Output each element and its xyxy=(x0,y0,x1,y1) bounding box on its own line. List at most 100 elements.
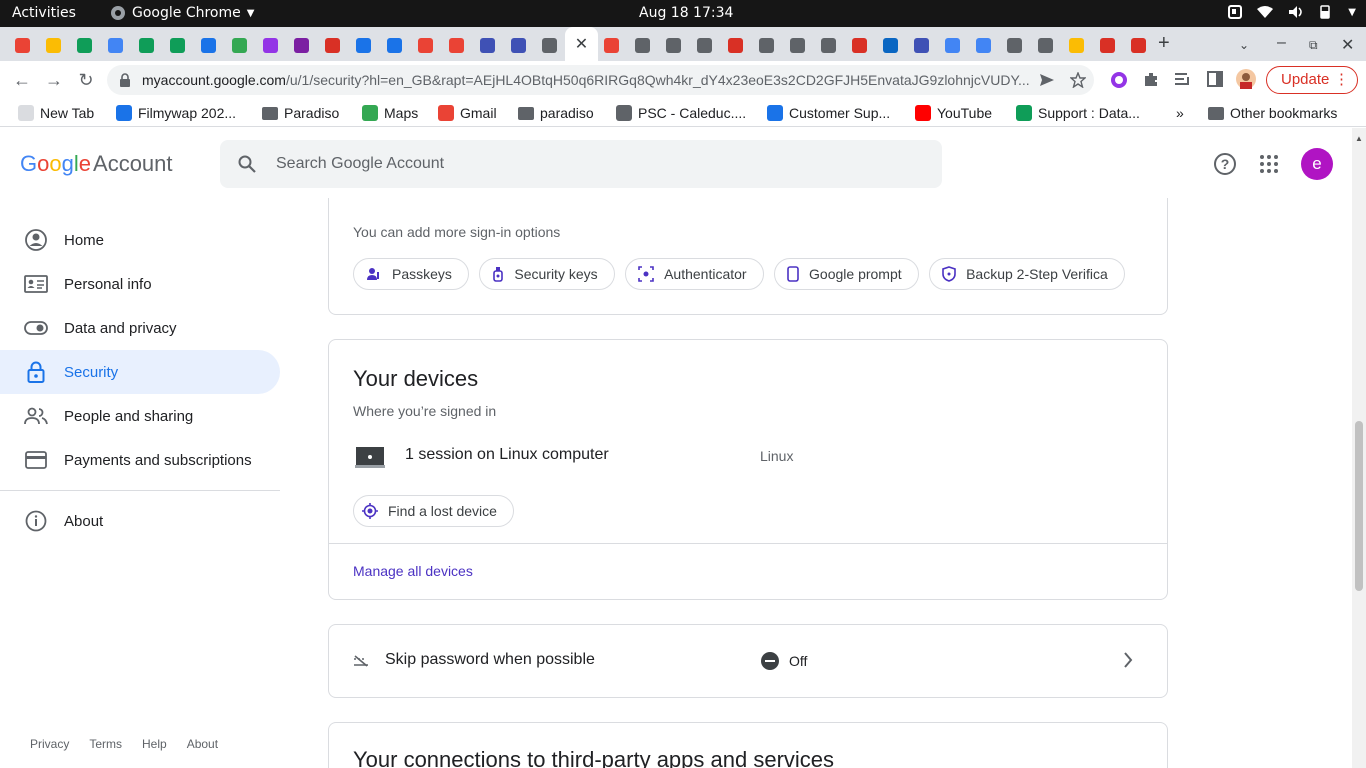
browser-tab[interactable] xyxy=(101,33,129,57)
bookmark-item[interactable]: PSC - Caleduc.... xyxy=(616,105,746,121)
sidebar-item-personal-info[interactable]: Personal info xyxy=(0,262,280,306)
bookmark-item[interactable]: Customer Sup... xyxy=(767,105,890,121)
browser-tab[interactable] xyxy=(690,33,718,57)
browser-tab[interactable] xyxy=(845,33,873,57)
bookmarks-overflow-button[interactable]: » xyxy=(1176,105,1184,121)
extensions-puzzle-icon[interactable] xyxy=(1143,71,1159,87)
footer-privacy-link[interactable]: Privacy xyxy=(30,737,69,751)
bookmark-star-icon[interactable] xyxy=(1070,72,1086,88)
browser-tab[interactable] xyxy=(70,33,98,57)
back-button[interactable]: ← xyxy=(12,70,32,90)
browser-tab[interactable] xyxy=(163,33,191,57)
profile-avatar-icon[interactable] xyxy=(1236,69,1256,89)
skip-password-card[interactable]: Skip password when possible Off xyxy=(328,624,1168,698)
browser-tab[interactable] xyxy=(1031,33,1059,57)
minimize-button[interactable]: – xyxy=(1277,34,1286,52)
browser-tab[interactable] xyxy=(349,33,377,57)
app-menu[interactable]: Google Chrome ▼ xyxy=(110,5,254,21)
browser-tab[interactable] xyxy=(597,33,625,57)
side-panel-icon[interactable] xyxy=(1207,71,1223,87)
bookmark-item[interactable]: Support : Data... xyxy=(1016,105,1140,121)
footer-help-link[interactable]: Help xyxy=(142,737,167,751)
close-tab-icon[interactable]: ✕ xyxy=(575,34,588,54)
scrollbar-thumb[interactable] xyxy=(1355,421,1363,591)
reload-button[interactable]: ↻ xyxy=(76,70,96,90)
passkeys-chip[interactable]: Passkeys xyxy=(353,258,469,290)
browser-tab[interactable] xyxy=(938,33,966,57)
avatar[interactable]: e xyxy=(1301,148,1333,180)
browser-tab[interactable] xyxy=(783,33,811,57)
apps-grid-icon[interactable] xyxy=(1259,154,1279,174)
authenticator-chip[interactable]: Authenticator xyxy=(625,258,764,290)
browser-tab[interactable] xyxy=(1124,33,1152,57)
browser-tab[interactable] xyxy=(256,33,284,57)
bookmark-item[interactable]: YouTube xyxy=(915,105,992,121)
browser-tab[interactable] xyxy=(318,33,346,57)
activities-button[interactable]: Activities xyxy=(12,5,76,21)
sidebar-item-people-sharing[interactable]: People and sharing xyxy=(0,394,280,438)
address-bar[interactable]: myaccount.google.com/u/1/security?hl=en_… xyxy=(107,65,1094,95)
maximize-button[interactable]: ⧉ xyxy=(1309,38,1318,53)
browser-tab[interactable] xyxy=(969,33,997,57)
browser-tab[interactable] xyxy=(132,33,160,57)
help-icon[interactable]: ? xyxy=(1213,152,1237,176)
browser-tab[interactable] xyxy=(8,33,36,57)
browser-tab[interactable] xyxy=(1062,33,1090,57)
google-account-logo[interactable]: GoogleAccount xyxy=(20,151,173,177)
sidebar-item-about[interactable]: About xyxy=(0,499,280,543)
bookmark-item[interactable]: New Tab xyxy=(18,105,94,121)
browser-tab[interactable] xyxy=(39,33,67,57)
search-box[interactable] xyxy=(220,140,942,188)
bookmark-item[interactable]: Filmywap 202... xyxy=(116,105,236,121)
new-tab-button[interactable]: + xyxy=(1158,32,1170,55)
active-tab[interactable]: ✕ xyxy=(565,27,598,61)
sidebar-item-payments[interactable]: Payments and subscriptions xyxy=(0,438,280,482)
close-window-button[interactable]: ✕ xyxy=(1341,35,1354,55)
browser-tab[interactable] xyxy=(380,33,408,57)
find-lost-device-button[interactable]: Find a lost device xyxy=(353,495,514,527)
bookmark-item[interactable]: paradiso xyxy=(518,105,594,121)
bookmark-item[interactable]: Paradiso xyxy=(262,105,339,121)
tab-search-chevron-icon[interactable]: ⌄ xyxy=(1239,38,1249,52)
footer-about-link[interactable]: About xyxy=(187,737,218,751)
sidebar-item-home[interactable]: Home xyxy=(0,218,280,262)
send-tab-icon[interactable] xyxy=(1039,73,1055,87)
browser-tab[interactable] xyxy=(504,33,532,57)
device-session-row[interactable]: 1 session on Linux computer Linux xyxy=(353,444,1143,474)
browser-tab[interactable] xyxy=(442,33,470,57)
security-keys-chip[interactable]: Security keys xyxy=(479,258,615,290)
browser-tab[interactable] xyxy=(659,33,687,57)
browser-tab[interactable] xyxy=(721,33,749,57)
browser-tab[interactable] xyxy=(411,33,439,57)
google-prompt-chip[interactable]: Google prompt xyxy=(774,258,919,290)
update-button[interactable]: Update ⋮ xyxy=(1266,66,1358,94)
other-bookmarks-folder[interactable]: Other bookmarks xyxy=(1208,105,1337,121)
browser-tab[interactable] xyxy=(1093,33,1121,57)
browser-tab[interactable] xyxy=(1000,33,1028,57)
browser-tab[interactable] xyxy=(814,33,842,57)
sidebar-item-data-privacy[interactable]: Data and privacy xyxy=(0,306,280,350)
bookmark-item[interactable]: Maps xyxy=(362,105,418,121)
clock[interactable]: Aug 18 17:34 xyxy=(639,5,733,21)
browser-tab[interactable] xyxy=(535,33,563,57)
browser-tab[interactable] xyxy=(907,33,935,57)
browser-tab[interactable] xyxy=(194,33,222,57)
reading-list-icon[interactable] xyxy=(1174,71,1192,87)
manage-all-devices-link[interactable]: Manage all devices xyxy=(353,563,473,579)
colorful-extension-icon[interactable] xyxy=(1110,71,1128,89)
bookmark-item[interactable]: Gmail xyxy=(438,105,497,121)
sidebar-item-security[interactable]: Security xyxy=(0,350,280,394)
backup-2sv-chip[interactable]: Backup 2-Step Verifica xyxy=(929,258,1125,290)
browser-tab[interactable] xyxy=(473,33,501,57)
search-input[interactable] xyxy=(276,152,876,176)
browser-tab[interactable] xyxy=(876,33,904,57)
footer-terms-link[interactable]: Terms xyxy=(89,737,122,751)
page-scrollbar[interactable]: ▲ xyxy=(1352,128,1366,768)
browser-tab[interactable] xyxy=(628,33,656,57)
browser-tab[interactable] xyxy=(225,33,253,57)
forward-button[interactable]: → xyxy=(44,70,64,90)
system-tray[interactable]: ▼ xyxy=(1228,5,1356,19)
browser-tab[interactable] xyxy=(752,33,780,57)
scroll-up-arrow-icon[interactable]: ▲ xyxy=(1355,134,1363,143)
browser-tab[interactable] xyxy=(287,33,315,57)
